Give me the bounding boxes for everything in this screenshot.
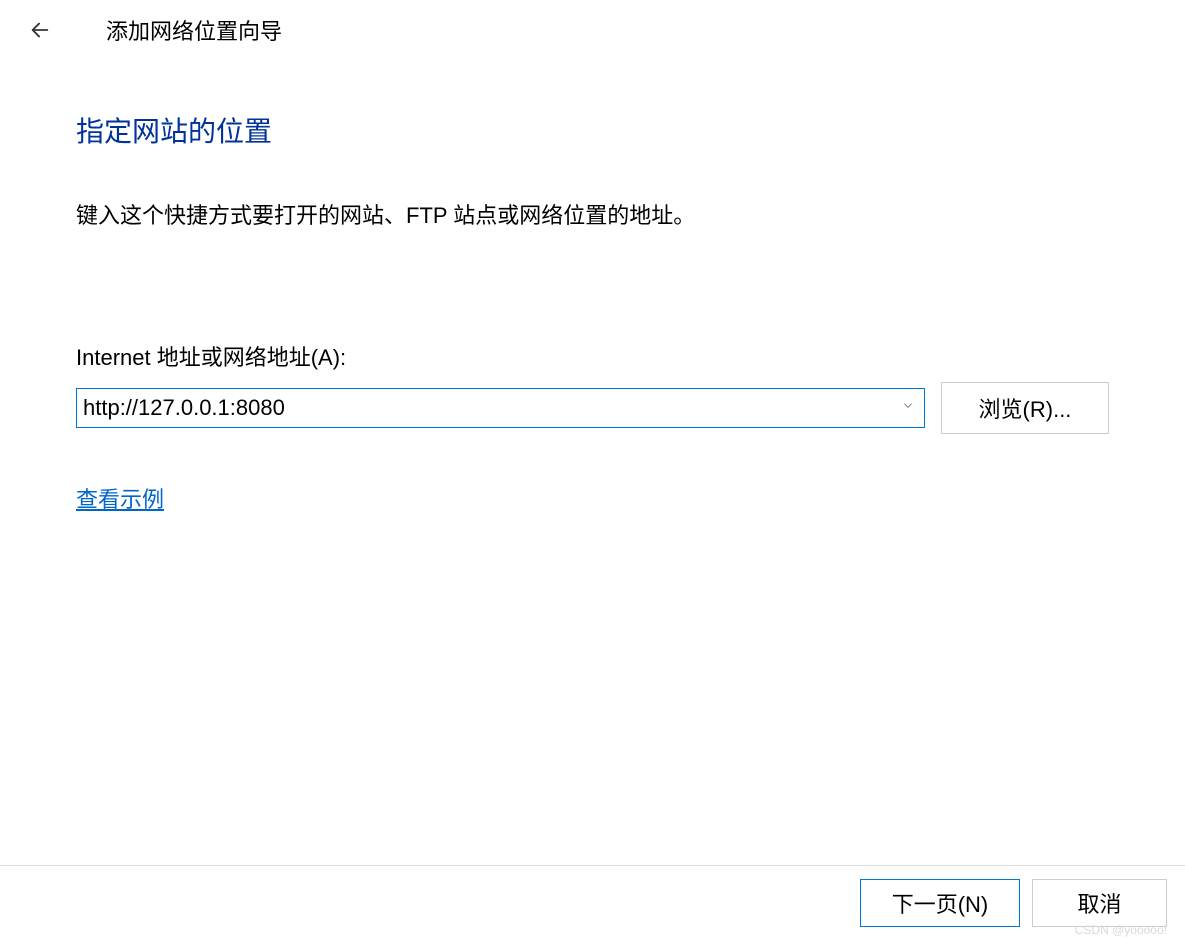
back-button[interactable] [24,14,56,46]
cancel-button[interactable]: 取消 [1032,879,1167,927]
watermark-text: CSDN @yooooo! [1075,923,1167,937]
address-field-label: Internet 地址或网络地址(A): [76,340,1109,372]
wizard-title: 添加网络位置向导 [106,14,282,46]
address-input-row: 浏览(R)... [76,382,1109,434]
back-arrow-icon [29,19,51,41]
address-input[interactable] [76,388,925,428]
browse-button[interactable]: 浏览(R)... [941,382,1109,434]
wizard-content: 指定网站的位置 键入这个快捷方式要打开的网站、FTP 站点或网络位置的地址。 I… [0,60,1185,514]
instruction-text: 键入这个快捷方式要打开的网站、FTP 站点或网络位置的地址。 [76,198,1109,230]
next-button[interactable]: 下一页(N) [860,879,1020,927]
wizard-header: 添加网络位置向导 [0,0,1185,60]
wizard-footer: 下一页(N) 取消 [0,865,1185,939]
page-heading: 指定网站的位置 [76,110,1109,150]
view-example-link[interactable]: 查看示例 [76,487,164,512]
address-combobox[interactable] [76,388,925,428]
